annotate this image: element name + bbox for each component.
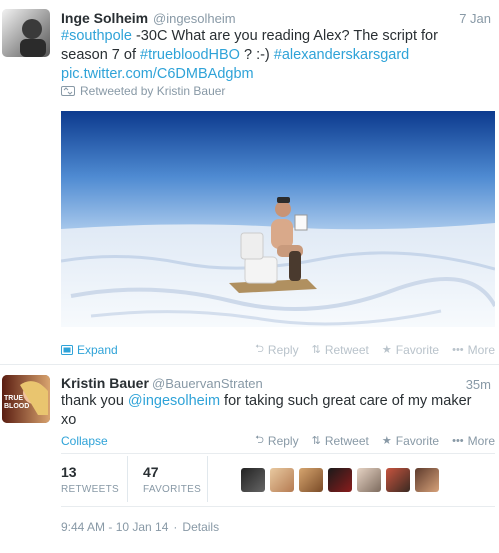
- avatar-inge-solheim[interactable]: [2, 9, 50, 57]
- retweet-label: Retweet: [324, 342, 369, 357]
- retweet-button[interactable]: ⇅ Retweet: [312, 431, 369, 450]
- more-label: More: [467, 342, 495, 357]
- reply-button[interactable]: ⮌ Reply: [255, 340, 299, 359]
- separator-dot: ·: [173, 520, 178, 534]
- favoriter-avatar[interactable]: [328, 468, 352, 492]
- tweet-text: thank you @ingesolheim for taking such g…: [61, 392, 481, 430]
- retweeted-by-label: Retweeted by Kristin Bauer: [80, 84, 226, 98]
- author-handle[interactable]: @ingesolheim: [153, 11, 236, 26]
- expand-link[interactable]: Expand: [61, 343, 118, 357]
- retweet-icon: ⇅: [311, 344, 321, 356]
- more-dots-icon: •••: [452, 343, 464, 356]
- collapse-link[interactable]: Collapse: [61, 434, 108, 448]
- expand-label: Expand: [77, 342, 118, 357]
- mention-ingesolheim[interactable]: @ingesolheim: [128, 393, 220, 409]
- favorite-label: Favorite: [395, 342, 440, 357]
- stats-top-border: [61, 453, 495, 454]
- favorites-count: 47: [143, 464, 159, 480]
- favoriter-avatar[interactable]: [270, 468, 294, 492]
- favorites-stat[interactable]: 47 FAVORITES: [133, 464, 225, 495]
- tweet-divider: [0, 364, 499, 365]
- avatar-caption: TRUE BLOOD: [4, 395, 30, 410]
- author-name[interactable]: Kristin Bauer: [61, 375, 149, 391]
- retweet-label: Retweet: [324, 433, 369, 448]
- reply-icon: ⮌: [255, 343, 264, 355]
- favoriter-avatar[interactable]: [386, 468, 410, 492]
- tweet1-actions: Expand ⮌ Reply ⇅ Retweet ★ Favorite ••• More: [61, 340, 495, 359]
- tweet2-actions: Collapse ⮌ Reply ⇅ Retweet ★ Favorite ••• Mo…: [61, 431, 495, 450]
- favoriter-avatar[interactable]: [241, 468, 265, 492]
- star-icon: ★: [381, 435, 392, 447]
- author-name[interactable]: Inge Solheim: [61, 10, 148, 26]
- reply-button[interactable]: ⮌ Reply: [255, 431, 299, 450]
- star-icon: ★: [381, 344, 392, 356]
- avatar-photo: [2, 9, 50, 57]
- tweet-stats: 13 RETWEETS 47 FAVORITES: [61, 456, 439, 502]
- favorites-label: FAVORITES: [143, 484, 202, 495]
- reply-label: Reply: [267, 433, 299, 448]
- hashtag-truebloodhbo[interactable]: #truebloodHBO: [140, 47, 240, 63]
- tweet-photo[interactable]: [61, 111, 495, 327]
- pic-link[interactable]: pic.twitter.com/C6DMBAdgbm: [61, 66, 254, 82]
- retweets-count: 13: [61, 464, 77, 480]
- retweet-icon: ⇅: [311, 435, 321, 447]
- tweet-timestamp[interactable]: 9:44 AM - 10 Jan 14: [61, 520, 168, 534]
- more-button[interactable]: ••• More: [452, 340, 495, 359]
- stats-divider: [207, 456, 208, 502]
- photo-icon: [61, 344, 73, 355]
- retweets-label: RETWEETS: [61, 484, 119, 495]
- tweet-timestamp-row: 9:44 AM - 10 Jan 14 · Details: [61, 520, 219, 534]
- tweet-time[interactable]: 7 Jan: [459, 11, 491, 26]
- tweet-text: #southpole -30C What are you reading Ale…: [61, 27, 481, 84]
- retweet-icon: [61, 86, 75, 96]
- stats-bottom-border: [61, 506, 495, 507]
- favoriter-avatar[interactable]: [299, 468, 323, 492]
- retweeted-by[interactable]: Retweeted by Kristin Bauer: [61, 84, 225, 98]
- reply-icon: ⮌: [255, 434, 264, 446]
- retweets-stat[interactable]: 13 RETWEETS: [61, 464, 133, 495]
- favoriter-avatars: [225, 464, 439, 495]
- details-link[interactable]: Details: [182, 520, 219, 534]
- more-dots-icon: •••: [452, 434, 464, 447]
- hashtag-southpole[interactable]: #southpole: [61, 28, 132, 44]
- stats-divider: [127, 456, 128, 502]
- author-handle[interactable]: @BauervanStraten: [152, 376, 263, 391]
- south-pole-photo: [61, 111, 495, 327]
- more-label: More: [467, 433, 495, 448]
- reply-label: Reply: [267, 342, 299, 357]
- favoriter-avatar[interactable]: [357, 468, 381, 492]
- favorite-button[interactable]: ★ Favorite: [382, 431, 439, 450]
- favorite-button[interactable]: ★ Favorite: [382, 340, 439, 359]
- tweet-text-segment: thank you: [61, 393, 128, 409]
- retweet-button[interactable]: ⇅ Retweet: [312, 340, 369, 359]
- avatar-kristin-bauer[interactable]: TRUE BLOOD: [2, 375, 50, 423]
- tweet-time[interactable]: 35m: [466, 377, 491, 392]
- favoriter-avatar[interactable]: [415, 468, 439, 492]
- more-button[interactable]: ••• More: [452, 431, 495, 450]
- favorite-label: Favorite: [395, 433, 440, 448]
- tweet-text-segment: ? :-): [239, 47, 274, 63]
- hashtag-alexanderskarsgard[interactable]: #alexanderskarsgard: [274, 47, 409, 63]
